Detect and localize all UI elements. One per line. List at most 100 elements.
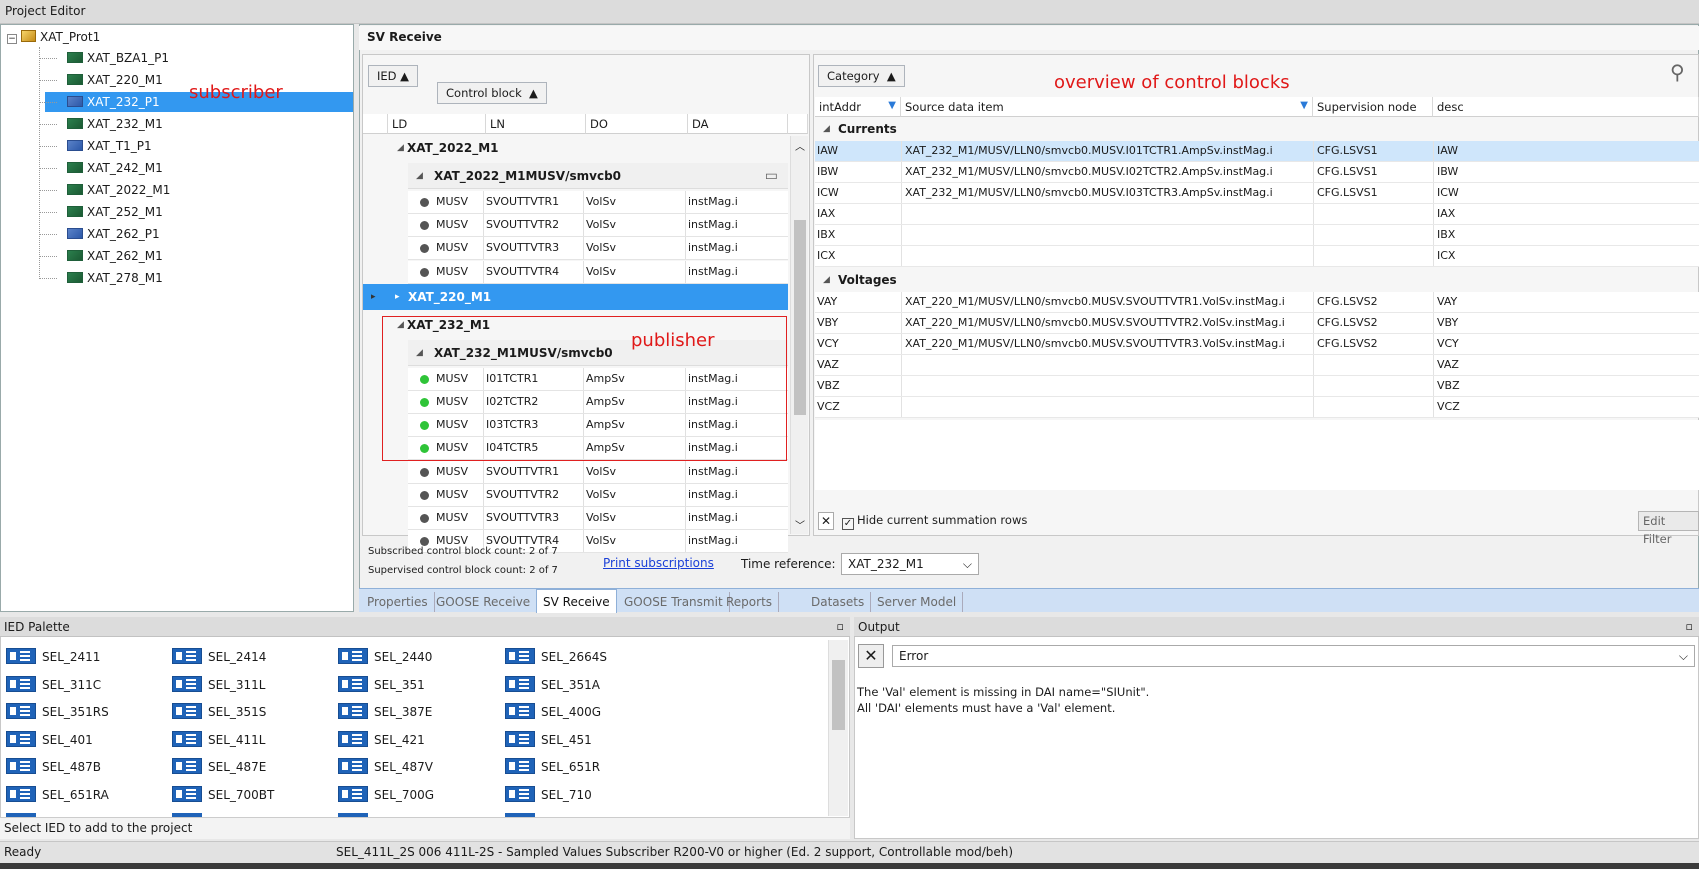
data-attribute-row[interactable]: MUSV SVOUTTVTR3 VolSv instMag.i [408,237,788,261]
tab-goose-transmit[interactable]: GOOSE Transmit [618,592,730,612]
search-icon[interactable]: ⚲ [1670,60,1685,84]
grid-scrollbar[interactable]: ︿ ﹀ [790,136,808,534]
tab-goose-receive[interactable]: GOOSE Receive [430,592,538,612]
tab-reports[interactable]: Reports [720,592,780,612]
clear-output-icon[interactable]: ✕ [858,644,884,668]
overview-row[interactable]: IBW XAT_232_M1/MUSV/LLN0/smvcb0.MUSV.I02T… [815,162,1699,183]
tree-item[interactable]: XAT_T1_P1 [63,136,353,156]
palette-item[interactable]: SEL_311C [6,674,101,696]
data-attribute-row[interactable]: MUSV SVOUTTVTR1 VolSv instMag.i [408,460,788,484]
overview-header-intaddr[interactable]: intAddr ▼ [815,97,901,117]
print-subscriptions-link[interactable]: Print subscriptions [603,556,714,570]
overview-row[interactable]: VCZ VCZ [815,397,1699,418]
tab-server-model[interactable]: Server Model [871,592,964,612]
overview-header-supervision-node[interactable]: Supervision node [1313,97,1433,117]
overview-row[interactable]: IAW XAT_232_M1/MUSV/LLN0/smvcb0.MUSV.I01T… [815,141,1699,162]
palette-scrollbar[interactable] [828,640,848,816]
overview-row[interactable]: VAZ VAZ [815,355,1699,376]
palette-item[interactable]: SEL_700G [338,784,434,806]
palette-item[interactable]: SEL_487V [338,756,433,778]
tab-sv-receive[interactable]: SV Receive [536,589,617,613]
data-attribute-row[interactable]: MUSV SVOUTTVTR2 VolSv instMag.i [408,483,788,507]
palette-item[interactable]: SEL_710 [505,784,592,806]
tab-datasets[interactable]: Datasets [805,592,872,612]
overview-row[interactable]: VAY XAT_220_M1/MUSV/LLN0/smvcb0.MUSV.SVOU… [815,292,1699,313]
overview-row[interactable]: ICX ICX [815,246,1699,267]
palette-item[interactable]: SEL_400G [505,701,601,723]
overview-header-desc[interactable]: desc [1433,97,1699,117]
control-block-row[interactable]: ◢ XAT_2022_M1MUSV/smvcb0 ▭ [408,163,788,189]
overview-row[interactable]: VBZ VBZ [815,376,1699,397]
data-attribute-row[interactable]: MUSV SVOUTTVTR2 VolSv instMag.i [408,214,788,238]
overview-row[interactable]: IBX IBX [815,225,1699,246]
palette-item[interactable]: SEL_651R [505,756,600,778]
data-attribute-row[interactable]: MUSV SVOUTTVTR1 VolSv instMag.i [408,191,788,214]
group-chip-category[interactable]: Category ▲ [818,65,905,87]
ied-icon [505,730,535,747]
palette-item[interactable]: SEL_401 [6,729,93,751]
ied-group-row[interactable]: ▸ ▸ XAT_220_M1 [363,283,788,310]
output-filter-select[interactable]: Error ⌵ [892,645,1695,667]
details-icon[interactable]: ▭ [765,163,778,189]
cell-divider [583,237,584,260]
category-row[interactable]: ◢ Currents [815,118,1699,140]
tree-item[interactable]: XAT_262_P1 [63,224,353,244]
data-attribute-row[interactable]: MUSV SVOUTTVTR4 VolSv instMag.i [408,260,788,284]
palette-item[interactable]: SEL_351S [172,701,266,723]
grid-header-ln[interactable]: LN [486,114,586,134]
maximize-icon: ▫ [1685,620,1693,633]
palette-item[interactable]: SEL_2440 [338,646,432,668]
filter-icon[interactable]: ▼ [888,96,896,116]
hide-rows-checkbox[interactable]: ✓ Hide current summation rows [842,513,1027,530]
palette-item[interactable]: SEL_2664S [505,646,607,668]
group-chip-ied[interactable]: IED ▲ [368,65,419,87]
project-tree[interactable]: − XAT_Prot1 XAT_BZA1_P1 XAT_220_M1 XAT_232_P… [0,24,354,612]
overview-row[interactable]: IAX IAX [815,204,1699,225]
palette-item[interactable]: SEL_700BT [172,784,274,806]
tree-item[interactable]: XAT_2022_M1 [63,180,353,200]
overview-row[interactable]: VCY XAT_220_M1/MUSV/LLN0/smvcb0.MUSV.SVOU… [815,334,1699,355]
tab-properties[interactable]: Properties [361,592,435,612]
cell-divider [1433,204,1434,224]
tree-item[interactable]: XAT_252_M1 [63,202,353,222]
cell-do: VolSv [586,195,616,208]
collapse-icon: ◢ [397,143,404,153]
grid-header-da[interactable]: DA [688,114,788,134]
palette-item[interactable]: SEL_487E [172,756,266,778]
time-reference-select[interactable]: XAT_232_M1 ⌵ [841,553,979,575]
tree-item[interactable]: XAT_232_M1 [63,114,353,134]
palette-item[interactable]: SEL_2411 [6,646,100,668]
grid-header-ld[interactable]: LD [388,114,486,134]
palette-item[interactable]: SEL_411L [172,729,265,751]
group-chip-control-block[interactable]: Control block ▲ [437,82,547,104]
tree-root[interactable]: − XAT_Prot1 [7,27,100,47]
palette-item[interactable]: SEL_451 [505,729,592,751]
overview-header-source-data-item[interactable]: Source data item ▼ [901,97,1313,117]
clear-filter-icon[interactable]: ✕ [818,512,834,530]
filter-icon[interactable]: ▼ [1300,96,1308,116]
overview-row[interactable]: VBY XAT_220_M1/MUSV/LLN0/smvcb0.MUSV.SVOU… [815,313,1699,334]
palette-item[interactable]: SEL_651RA [6,784,109,806]
palette-item[interactable]: SEL_351A [505,674,600,696]
category-row[interactable]: ◢ Voltages [815,269,1699,291]
palette-item[interactable]: SEL_351 [338,674,425,696]
tree-item[interactable]: XAT_242_M1 [63,158,353,178]
palette-item[interactable]: SEL_351RS [6,701,109,723]
tree-item[interactable]: XAT_278_M1 [63,268,353,288]
tree-item[interactable]: XAT_262_M1 [63,246,353,266]
palette-item[interactable]: SEL_2414 [172,646,266,668]
status-detail: SEL_411L_2S 006 411L-2S - Sampled Values… [336,845,1014,859]
ied-group-row[interactable]: ◢ XAT_2022_M1 [363,135,788,161]
palette-item[interactable]: SEL_421 [338,729,425,751]
edit-filter-button[interactable]: Edit Filter [1638,511,1699,546]
palette-item[interactable]: SEL_387E [338,701,432,723]
tree-root-label: XAT_Prot1 [40,30,101,44]
cell-divider [1313,204,1314,224]
palette-item[interactable]: SEL_311L [172,674,265,696]
overview-row[interactable]: ICW XAT_232_M1/MUSV/LLN0/smvcb0.MUSV.I03T… [815,183,1699,204]
data-attribute-row[interactable]: MUSV SVOUTTVTR3 VolSv instMag.i [408,507,788,530]
grid-header-do[interactable]: DO [586,114,688,134]
tree-item[interactable]: XAT_BZA1_P1 [63,48,353,68]
palette-item-label: SEL_351A [541,677,600,692]
palette-item[interactable]: SEL_487B [6,756,101,778]
